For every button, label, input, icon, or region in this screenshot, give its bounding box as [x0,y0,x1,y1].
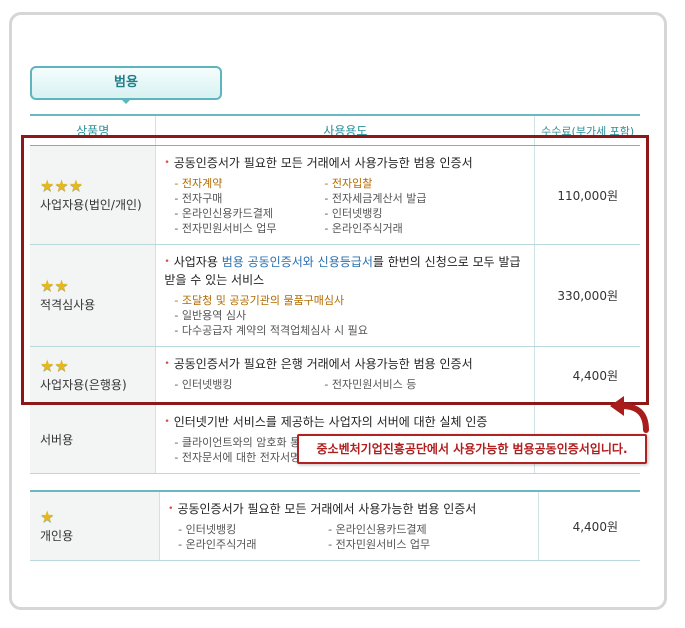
usage-item: 온라인신용카드결제 [174,206,324,221]
usage-cell: • 사업자용 범용 공동인증서와 신용등급서를 한번의 신청으로 모두 발급받을 … [155,244,535,347]
usage-item: 전자민원서비스 업무 [328,537,528,552]
bullet-icon: • [168,504,174,514]
usage-item: 전자민원서비스 업무 [174,221,324,236]
usage-item: 전자계약 [174,176,324,191]
usage-lead-text: 인터넷기반 서비스를 제공하는 사업자의 서버에 대한 실체 인증 [173,415,488,429]
usage-item: 인터넷뱅킹 [174,377,324,392]
usage-item: 인터넷뱅킹 [324,206,524,221]
product-name: 사업자용(은행용) [40,378,127,392]
product-cell: ★ 개인용 [30,490,161,561]
usage-lead: • 사업자용 범용 공동인증서와 신용등급서를 한번의 신청으로 모두 발급받을 … [164,253,524,289]
usage-lead-text: 사업자용 [173,255,222,269]
usage-lead: • 공동인증서가 필요한 모든 거래에서 사용가능한 범용 인증서 [164,154,524,172]
star-rating: ★★ [40,278,154,296]
tab-general[interactable]: 범용 [30,66,222,100]
star-icon: ★ [40,356,55,375]
usage-cell: •공동인증서가 필요한 모든 거래에서 사용가능한 범용 인증서 인터넷뱅킹 온… [159,490,539,561]
table-header-row: 상품명 사용용도 수수료(부가세 포함) [30,114,640,146]
usage-item: 조달청 및 공공기관의 물품구매심사 [174,293,524,308]
usage-list: 조달청 및 공공기관의 물품구매심사 일반용역 심사 다수공급자 계약의 적격업… [174,293,524,338]
usage-cell: •공동인증서가 필요한 은행 거래에서 사용가능한 범용 인증서 인터넷뱅킹 전… [155,346,535,405]
usage-item: 전자세금계산서 발급 [324,191,524,206]
usage-item: 온라인주식거래 [178,537,328,552]
callout-note: 중소벤처기업진흥공단에서 사용가능한 범용공동인증서입니다. [297,434,647,464]
usage-item: 전자민원서비스 등 [324,377,524,392]
star-icon: ★ [54,356,69,375]
usage-item: 전자구매 [174,191,324,206]
product-cell: ★★ 사업자용(은행용) [30,346,157,405]
product-name: 적격심사용 [40,298,96,312]
table-row: ★ 개인용 •공동인증서가 필요한 모든 거래에서 사용가능한 범용 인증서 인… [30,490,640,561]
star-icon: ★ [40,276,55,295]
personal-certificate-table: ★ 개인용 •공동인증서가 필요한 모든 거래에서 사용가능한 범용 인증서 인… [30,490,640,561]
usage-lead-text: 공동인증서가 필요한 모든 거래에서 사용가능한 범용 인증서 [173,156,473,170]
product-name: 사업자용(법인/개인) [40,197,142,212]
product-cell: ★★★ 사업자용(법인/개인) [30,145,157,245]
usage-item: 온라인신용카드결제 [328,522,528,537]
product-cell: ★★ 적격심사용 [30,244,157,347]
star-icon: ★ [40,175,55,195]
callout-text: 중소벤처기업진흥공단에서 사용가능한 범용공동인증서입니다. [316,442,628,456]
usage-lead-text: 공동인증서가 필요한 모든 거래에서 사용가능한 범용 인증서 [177,502,477,516]
usage-list: 전자계약 전자입찰 전자구매 전자세금계산서 발급 온라인신용카드결제 인터넷뱅… [174,176,524,236]
usage-cell: •공동인증서가 필요한 모든 거래에서 사용가능한 범용 인증서 전자계약 전자… [155,145,535,245]
bullet-icon: • [164,359,170,369]
usage-lead: • 공동인증서가 필요한 은행 거래에서 사용가능한 범용 인증서 [164,355,524,373]
star-icon: ★ [40,506,55,526]
star-icon: ★ [68,175,84,195]
table-row: ★★ 사업자용(은행용) • 공동인증서가 필요한 은행 거래에서 사용가능한 범… [30,346,640,405]
curved-arrow-icon [610,396,649,433]
usage-item: 일반용역 심사 [174,308,524,323]
tab-pointer-icon [121,99,131,104]
usage-list: 인터넷뱅킹 온라인신용카드결제 온라인주식거래 전자민원서비스 업무 [178,522,528,552]
bullet-icon: • [164,417,170,427]
bullet-icon: • [164,257,170,267]
table-row: ★★ 적격심사용 • 사업자용 범용 공동인증서와 신용등급서를 한번의 신청으로… [30,244,640,347]
product-cell: 서버용 [30,404,157,474]
usage-lead: • 공동인증서가 필요한 모든 거래에서 사용가능한 범용 인증서 [168,500,528,518]
usage-lead: • 인터넷기반 서비스를 제공하는 사업자의 서버에 대한 실체 인증 [164,413,524,431]
usage-item: 인터넷뱅킹 [178,522,328,537]
usage-list: 인터넷뱅킹 전자민원서비스 등 [174,377,524,392]
header-product-name: 상품명 [30,114,157,146]
certificate-table: 상품명 사용용도 수수료(부가세 포함) ★★★ 사업자용(법인/개인) • 공동… [30,114,640,474]
usage-item: 온라인주식거래 [324,221,524,236]
fee-cell: 330,000원 [534,244,640,347]
usage-lead-text: 공동인증서가 필요한 은행 거래에서 사용가능한 범용 인증서 [173,357,473,371]
product-name: 서버용 [40,432,74,447]
bullet-icon: • [164,158,170,168]
fee-cell: 110,000원 [534,145,640,245]
header-usage: 사용용도 [155,114,535,146]
fee-cell: 4,400원 [538,490,640,561]
product-name: 개인용 [40,528,74,543]
tab-label: 범용 [114,75,138,90]
star-rating: ★ [40,506,158,527]
table-row: ★★★ 사업자용(법인/개인) • 공동인증서가 필요한 모든 거래에서 사용가능… [30,145,640,245]
star-icon: ★ [54,175,69,195]
usage-item: 전자입찰 [324,176,524,191]
star-rating: ★★★ [40,175,154,196]
usage-lead-highlight: 범용 공동인증서와 신용등급서 [221,255,373,269]
star-rating: ★★ [40,358,154,376]
usage-item: 다수공급자 계약의 적격업체심사 시 필요 [174,323,524,338]
header-fee: 수수료(부가세 포함) [534,114,640,146]
star-icon: ★ [54,276,69,295]
